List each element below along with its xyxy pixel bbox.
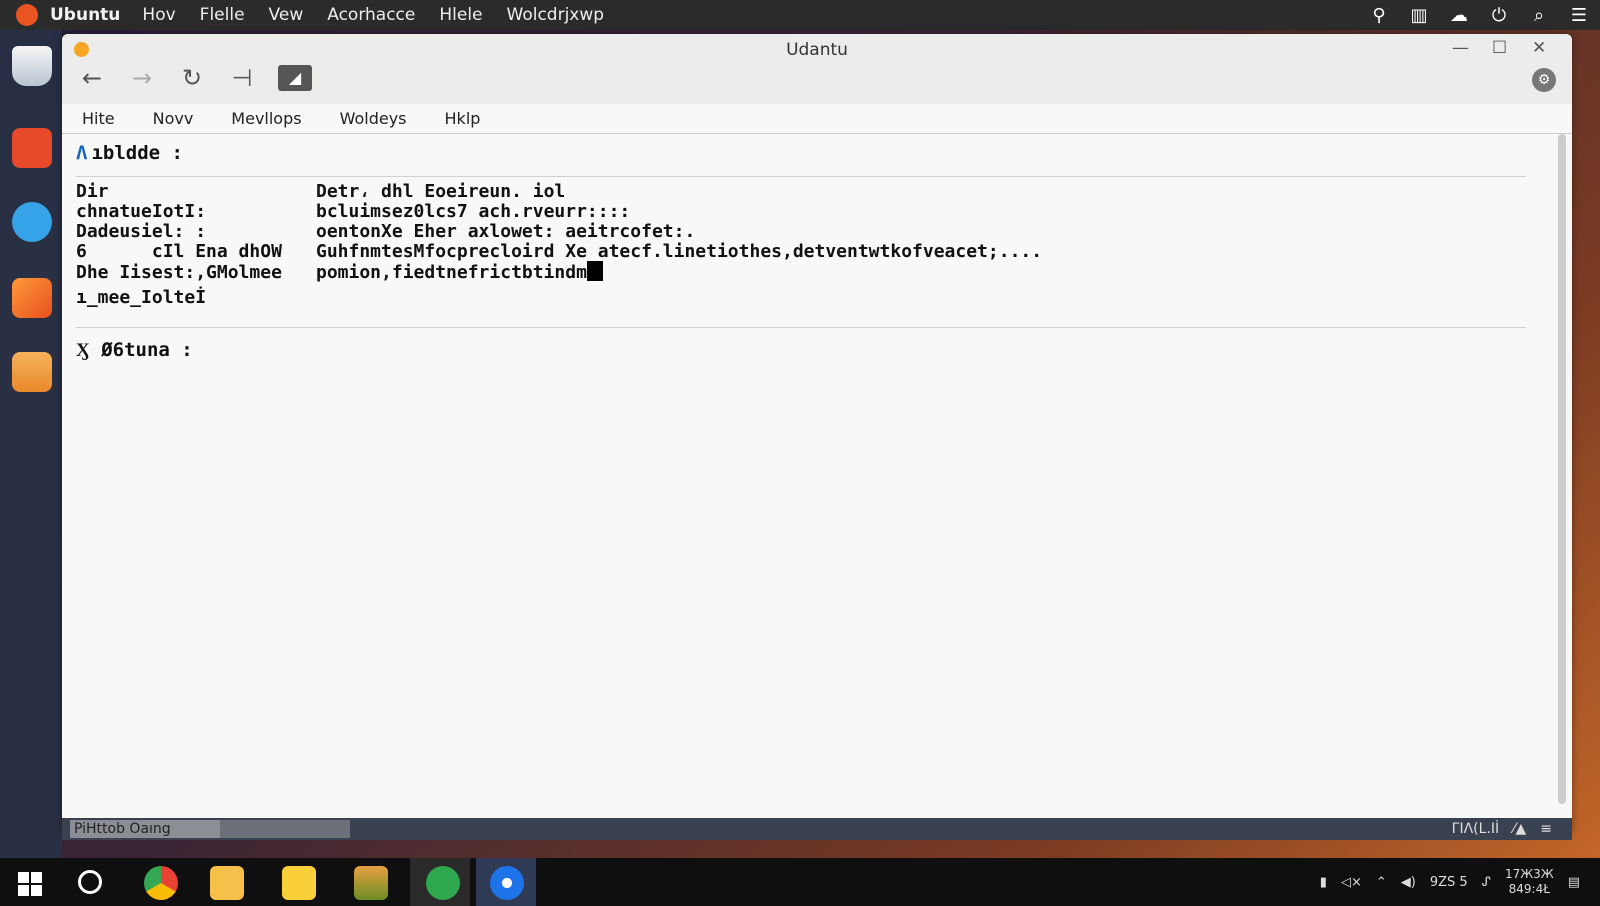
menu-item[interactable]: Hklp	[445, 109, 481, 128]
section-label: Ø6tuna :	[101, 339, 193, 361]
row-value: Detr، dhl Eoeireun. iol	[316, 181, 566, 202]
status-segment	[220, 820, 350, 838]
office-app-icon[interactable]	[12, 278, 52, 318]
photos-icon[interactable]	[354, 866, 388, 900]
language-icon[interactable]: ᔑ	[1482, 875, 1491, 890]
status-text: ΓΙΛ(L.Iİ	[1451, 821, 1500, 837]
top-bar: Ubuntu Hov Flelle Vew Acorhacce Hlele Wo…	[0, 0, 1600, 30]
wifi-icon[interactable]: ⌃	[1376, 875, 1387, 890]
row-key: Dhe Iisest:,GMolmee	[76, 262, 282, 283]
row-value: pomion,fiedtnefrictbtindm	[316, 262, 587, 283]
top-menu-item[interactable]: Vew	[269, 5, 304, 25]
clock-date: 849:4Ł	[1508, 882, 1550, 896]
green-app-icon[interactable]	[426, 866, 460, 900]
menu-item[interactable]: Hite	[82, 109, 115, 128]
trash-icon[interactable]	[12, 46, 52, 86]
top-menu-item[interactable]: Wolcdrjxwp	[507, 5, 605, 25]
search-icon[interactable]	[78, 870, 102, 894]
folder-app-icon[interactable]	[12, 352, 52, 392]
status-edit-icon[interactable]: ⁄▲	[1513, 821, 1526, 837]
menu-icon[interactable]: ☰	[1568, 4, 1590, 26]
menu-item[interactable]: Novv	[153, 109, 194, 128]
top-menu-item[interactable]: Acorhacce	[327, 5, 415, 25]
media-app-icon[interactable]	[12, 128, 52, 168]
detail-row: chnatueIotI: bcluimsez0lcs7 ach.rveurr:::…	[76, 201, 630, 222]
row-value: bcluimsez0lcs7 ach.rveurr::::	[316, 201, 631, 222]
detail-row: Dir Detr، dhl Eoeireun. iol	[76, 181, 565, 202]
menu-item[interactable]: Woldeys	[340, 109, 407, 128]
section-marker: Λ	[76, 142, 88, 164]
status-label: PiHttob Oaıng	[70, 820, 220, 838]
chrome-icon[interactable]	[144, 866, 178, 900]
window-title: Udantu	[786, 40, 848, 60]
detail-row: Dadeusiel: : oentonXe Eher axlowet: aeitr…	[76, 221, 695, 242]
section-marker: Ӽ	[76, 339, 90, 361]
start-menu-icon[interactable]	[18, 872, 42, 896]
window-menubar: Hite Novv Mevllops Woldeys Hklp	[62, 104, 1572, 134]
file-explorer-icon[interactable]	[210, 866, 244, 900]
main-window: Udantu — ☐ ✕ ← → ↻ ⊣ ◢ ⚙ Hite Novv Mevll…	[62, 34, 1572, 832]
power-icon[interactable]: ⏻	[1488, 4, 1510, 26]
maximize-icon[interactable]: ☐	[1492, 38, 1507, 58]
detail-row: 6 cIl Ena dhOW GuhfnmtesMfocprecloird Xe …	[76, 241, 1042, 262]
settings-icon[interactable]: ⚙	[1532, 68, 1556, 92]
forward-icon[interactable]: →	[128, 64, 156, 92]
terminal-content[interactable]: Λıbldde : Dir Detr، dhl Eoeireun. iol chn…	[76, 134, 1536, 814]
scrollbar[interactable]	[1558, 134, 1566, 804]
folder-icon[interactable]	[282, 866, 316, 900]
reload-icon[interactable]: ↻	[178, 64, 206, 92]
display-icon[interactable]: ▥	[1408, 4, 1430, 26]
dock	[0, 30, 62, 858]
section-header: Ӽ Ø6tuna :	[76, 339, 193, 362]
network-icon[interactable]: ⚲	[1368, 4, 1390, 26]
back-icon[interactable]: ←	[78, 64, 106, 92]
divider	[76, 327, 1526, 328]
status-menu-icon[interactable]: ≡	[1540, 821, 1552, 837]
divider	[76, 176, 1526, 177]
status-right: ΓΙΛ(L.Iİ ⁄▲ ≡	[1452, 821, 1552, 837]
minimize-icon[interactable]: —	[1452, 38, 1469, 58]
text-cursor	[586, 261, 603, 281]
close-icon[interactable]: ✕	[1532, 38, 1546, 58]
volume-icon[interactable]: ◀)	[1401, 875, 1416, 890]
cloud-icon[interactable]: ☁	[1448, 4, 1470, 26]
browser-icon[interactable]	[490, 866, 524, 900]
clock[interactable]: 17Ж3Ж 849:4Ł	[1505, 867, 1554, 897]
row-value: oentonXe Eher axlowet: aeitrcofet:.	[316, 221, 696, 242]
tray-text: 9ZS 5	[1429, 874, 1468, 890]
notification-badge-icon[interactable]: ▮	[1320, 875, 1327, 890]
app-name[interactable]: Ubuntu	[50, 5, 120, 25]
stop-icon[interactable]: ⊣	[228, 64, 256, 92]
nav-toolbar: ← → ↻ ⊣ ◢	[78, 64, 312, 92]
system-tray: ▮ ◁× ⌃ ◀) 9ZS 5 ᔑ 17Ж3Ж 849:4Ł ▤	[1320, 858, 1580, 906]
top-tray: ⚲ ▥ ☁ ⏻ ⌕ ☰	[1368, 0, 1590, 30]
toolbox-icon[interactable]: ◢	[278, 65, 312, 91]
speaker-mute-icon[interactable]: ◁×	[1341, 875, 1362, 890]
top-menu-item[interactable]: Hov	[142, 5, 175, 25]
section-label: ıbldde :	[91, 142, 183, 164]
chat-app-icon[interactable]	[12, 202, 52, 242]
row-key: Dir	[76, 181, 109, 202]
menu-item[interactable]: Mevllops	[231, 109, 301, 128]
top-menu-item[interactable]: Flelle	[200, 5, 245, 25]
action-center-icon[interactable]: ▤	[1568, 875, 1580, 890]
search-icon[interactable]: ⌕	[1528, 4, 1550, 26]
row-value: GuhfnmtesMfocprecloird Xe atecf.linetiot…	[316, 241, 1043, 262]
detail-row: Dhe Iisest:,GMolmee pomion,fiedtnefrictbt…	[76, 261, 603, 283]
clock-time: 17Ж3Ж	[1504, 867, 1554, 881]
row-key: Dadeusiel: :	[76, 221, 207, 242]
section-header: Λıbldde :	[76, 142, 183, 164]
title-bar: Udantu — ☐ ✕ ← → ↻ ⊣ ◢ ⚙	[62, 34, 1572, 104]
status-bar: PiHttob Oaıng ΓΙΛ(L.Iİ ⁄▲ ≡	[62, 818, 1572, 840]
footer-line: ı_mee_Iolteİ	[76, 287, 207, 308]
row-key: 6 cIl Ena dhOW	[76, 241, 282, 262]
ubuntu-logo-icon[interactable]	[16, 4, 38, 26]
row-key: chnatueIotI:	[76, 201, 207, 222]
taskbar: ▮ ◁× ⌃ ◀) 9ZS 5 ᔑ 17Ж3Ж 849:4Ł ▤	[0, 858, 1600, 906]
top-menu-item[interactable]: Hlele	[439, 5, 482, 25]
